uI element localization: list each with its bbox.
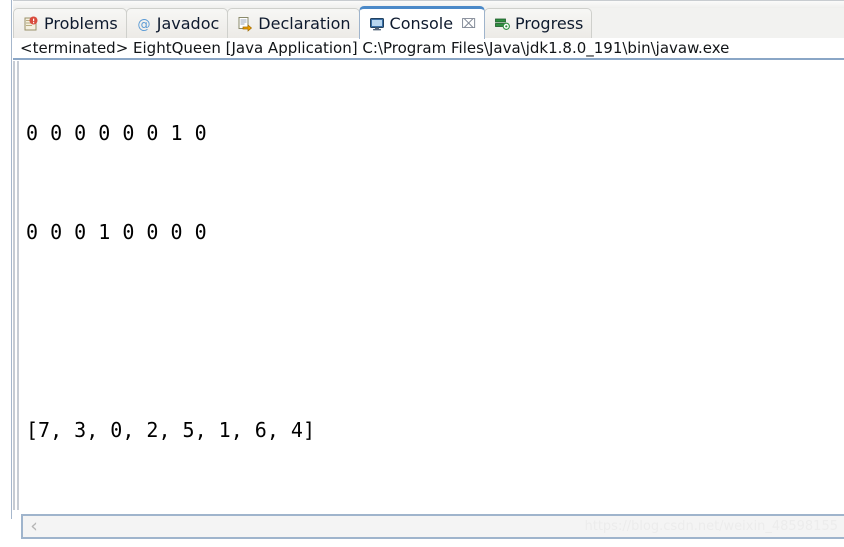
problems-icon — [23, 16, 39, 32]
watermark-text: https://blog.csdn.net/weixin_48598155 — [584, 519, 838, 534]
progress-icon — [494, 16, 510, 32]
tab-javadoc-label: Javadoc — [156, 14, 220, 33]
tab-progress[interactable]: Progress — [484, 8, 593, 39]
process-header: <terminated> EightQueen [Java Applicatio… — [13, 38, 844, 60]
tab-javadoc[interactable]: @ Javadoc — [125, 8, 229, 39]
horizontal-scrollbar[interactable]: ‹ https://blog.csdn.net/weixin_48598155 — [13, 510, 844, 547]
console-line-queen-array: [7, 3, 0, 2, 5, 1, 6, 4] — [26, 418, 315, 442]
tab-declaration-label: Declaration — [258, 14, 351, 33]
tab-list: Problems @ Javadoc Declaration Console ⌧… — [13, 6, 593, 39]
console-left-rail-2 — [17, 61, 19, 510]
declaration-icon — [237, 16, 253, 32]
console-icon — [369, 16, 385, 32]
tab-declaration[interactable]: Declaration — [227, 8, 360, 39]
tab-console-label: Console — [389, 14, 454, 33]
console-text-block: 0 0 0 0 0 0 1 0 0 0 0 1 0 0 0 0 [7, 3, 0… — [26, 61, 315, 510]
gutter-divider — [11, 0, 12, 519]
console-left-rail — [13, 61, 15, 510]
chevron-left-icon[interactable]: ‹ — [23, 517, 45, 536]
tab-console[interactable]: Console ⌧ — [358, 6, 486, 39]
console-line: 0 0 0 1 0 0 0 0 — [26, 220, 207, 244]
close-icon[interactable]: ⌧ — [461, 18, 476, 31]
console-line: 0 0 0 0 0 0 1 0 — [26, 121, 207, 145]
javadoc-icon: @ — [136, 16, 152, 33]
console-output-area[interactable]: 0 0 0 0 0 0 1 0 0 0 0 1 0 0 0 0 [7, 3, 0… — [13, 61, 844, 510]
window-left-gutter — [0, 0, 13, 547]
view-tab-bar: Problems @ Javadoc Declaration Console ⌧… — [13, 0, 844, 39]
tab-progress-label: Progress — [515, 14, 584, 33]
svg-text:@: @ — [137, 18, 150, 33]
tab-problems-label: Problems — [44, 14, 118, 33]
eclipse-console-view: Problems @ Javadoc Declaration Console ⌧… — [0, 0, 844, 547]
tab-problems[interactable]: Problems — [13, 8, 127, 39]
